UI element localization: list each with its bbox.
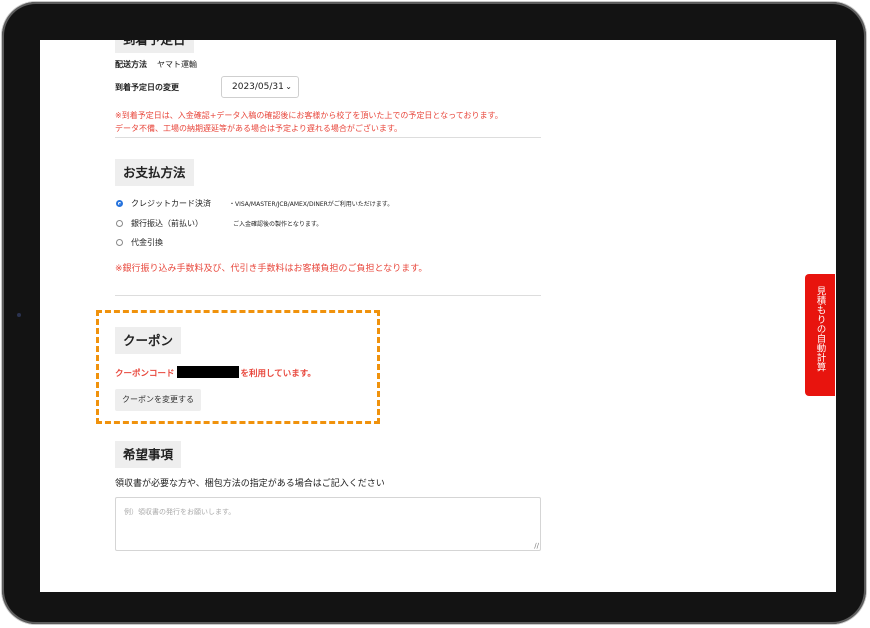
request-placeholder: 例）領収書の発行をお願いします。 <box>124 508 236 516</box>
screen: 到着予定日 配送方法 ヤマト運輸 到着予定日の変更 2023/05/31 ⌄ ※… <box>40 40 836 592</box>
payment-fee-note: ※銀行振り込み手数料及び、代引き手数料はお客様負担のご負担となります。 <box>115 264 428 274</box>
quote-calculator-label: 見積もりの自動計算 <box>814 286 826 372</box>
divider-2 <box>115 295 541 296</box>
shipping-method-label: 配送方法 <box>115 60 147 69</box>
request-heading: 希望事項 <box>115 441 182 468</box>
payment-option-bank-label[interactable]: 銀行振込（前払い） <box>131 218 203 229</box>
request-textarea[interactable]: 例）領収書の発行をお願いします。 ∕∕ <box>115 497 541 551</box>
camera-dot <box>17 313 21 317</box>
arrival-heading: 到着予定日 <box>115 40 194 53</box>
payment-heading: お支払方法 <box>115 159 194 186</box>
divider-1 <box>115 137 541 138</box>
arrival-date-value: 2023/05/31 <box>232 82 284 92</box>
tablet-frame: 到着予定日 配送方法 ヤマト運輸 到着予定日の変更 2023/05/31 ⌄ ※… <box>2 2 866 624</box>
payment-option-credit-note: ・VISA/MASTER/JCB/AMEX/DINERがご利用いただけます。 <box>229 201 394 208</box>
arrival-date-label: 到着予定日の変更 <box>115 83 179 92</box>
shipping-method-value: ヤマト運輸 <box>157 60 197 69</box>
arrival-date-select[interactable]: 2023/05/31 ⌄ <box>221 76 299 98</box>
payment-option-bank-note: ご入金確認後の製作となります。 <box>233 221 323 228</box>
quote-calculator-tab[interactable]: 見積もりの自動計算 <box>805 274 835 396</box>
request-description: 領収書が必要な方や、梱包方法の指定がある場合はご記入ください <box>115 479 385 489</box>
chevron-down-icon: ⌄ <box>285 82 292 91</box>
payment-radio-bank[interactable] <box>116 220 123 227</box>
arrival-note-line1: ※到着予定日は、入金確認+データ入稿の確認後にお客様から校了を頂いた上での予定日… <box>115 111 503 120</box>
payment-radio-credit[interactable] <box>116 200 123 207</box>
payment-radio-cod[interactable] <box>116 239 123 246</box>
arrival-note-line2: データ不備、工場の納期遅延等がある場合は予定より遅れる場合がございます。 <box>115 124 403 133</box>
resize-handle-icon[interactable]: ∕∕ <box>534 542 539 550</box>
payment-option-cod-label[interactable]: 代金引換 <box>131 237 163 248</box>
coupon-highlight-frame <box>96 310 380 424</box>
payment-option-credit-label[interactable]: クレジットカード決済 <box>131 198 211 209</box>
